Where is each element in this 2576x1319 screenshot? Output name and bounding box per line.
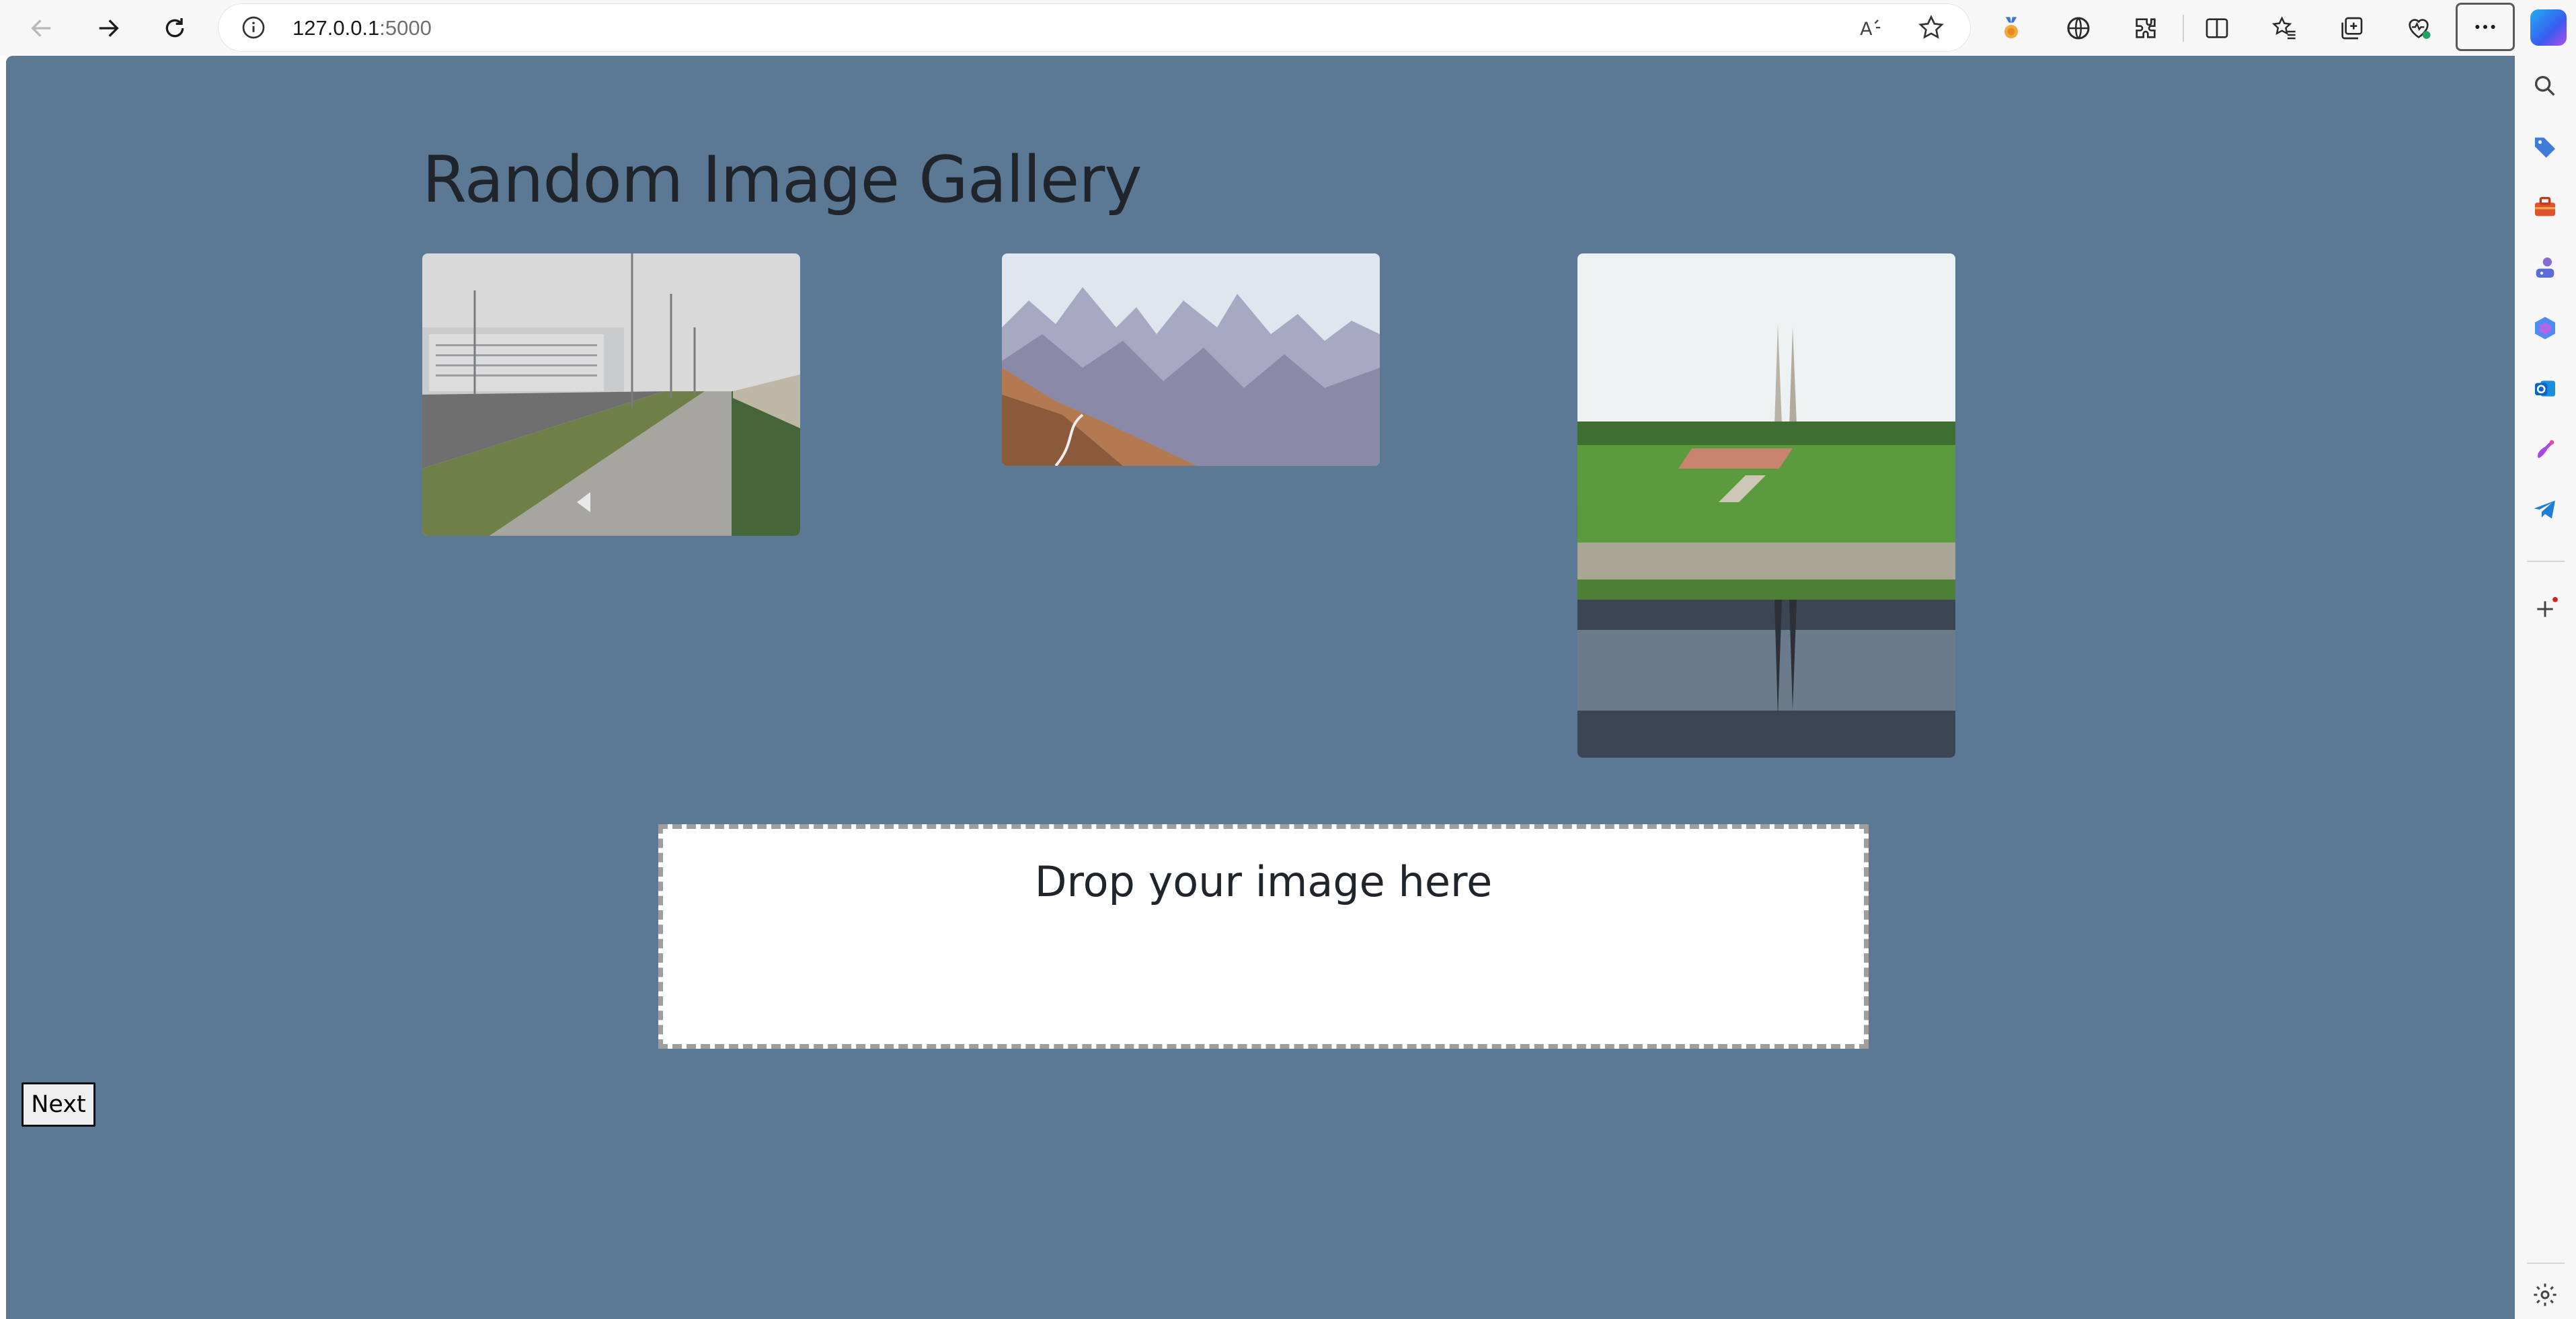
globe-icon[interactable] [2062,11,2095,45]
search-icon[interactable] [2530,71,2561,102]
sidebar-divider-bottom [2527,1263,2565,1264]
info-icon[interactable] [241,15,266,40]
url-port: :5000 [379,16,432,40]
next-button[interactable]: Next [22,1082,95,1127]
back-arrow-icon[interactable] [22,8,62,48]
address-bar[interactable]: 127.0.0.1:5000 A [219,4,1970,51]
read-aloud-icon[interactable]: A [1856,13,1885,42]
gallery-image-road [422,253,800,536]
outlook-icon[interactable] [2530,373,2561,404]
reload-icon[interactable] [155,8,195,48]
url-text[interactable]: 127.0.0.1:5000 [292,16,432,40]
gallery-image-monument [1577,253,1955,758]
image-drop-zone[interactable]: Drop your image here [658,824,1869,1049]
m365-icon[interactable] [2530,313,2561,344]
page-viewport: Random Image Gallery Drop your image her… [6,56,2515,1319]
split-screen-icon[interactable] [2200,11,2234,45]
browser-essentials-icon[interactable] [2402,11,2435,45]
svg-text:A: A [1860,19,1873,40]
telegram-icon[interactable] [2530,494,2561,525]
tag-icon[interactable] [2530,131,2561,162]
copilot-icon[interactable] [2530,9,2567,46]
toolbar-divider [2183,15,2184,42]
settings-icon[interactable] [2530,1279,2561,1310]
rewards-medal-icon[interactable] [1994,11,2028,45]
star-icon[interactable] [1916,13,1946,42]
forward-arrow-icon[interactable] [88,8,128,48]
extensions-icon[interactable] [2129,11,2162,45]
games-icon[interactable] [2530,252,2561,283]
collections-icon[interactable] [2335,11,2368,45]
page-title: Random Image Gallery [422,143,1142,217]
drop-zone-label: Drop your image here [1034,857,1493,906]
gallery-image-mountains [1002,253,1380,466]
add-icon[interactable] [2530,594,2561,625]
favorites-icon[interactable] [2267,11,2301,45]
sidebar-divider [2527,561,2565,562]
browser-toolbar: 127.0.0.1:5000 A [0,0,2576,56]
more-options-icon[interactable] [2456,3,2515,51]
toolbox-icon[interactable] [2530,192,2561,223]
url-host: 127.0.0.1 [292,16,380,40]
designer-icon[interactable] [2530,434,2561,465]
edge-sidebar [2515,56,2576,1319]
